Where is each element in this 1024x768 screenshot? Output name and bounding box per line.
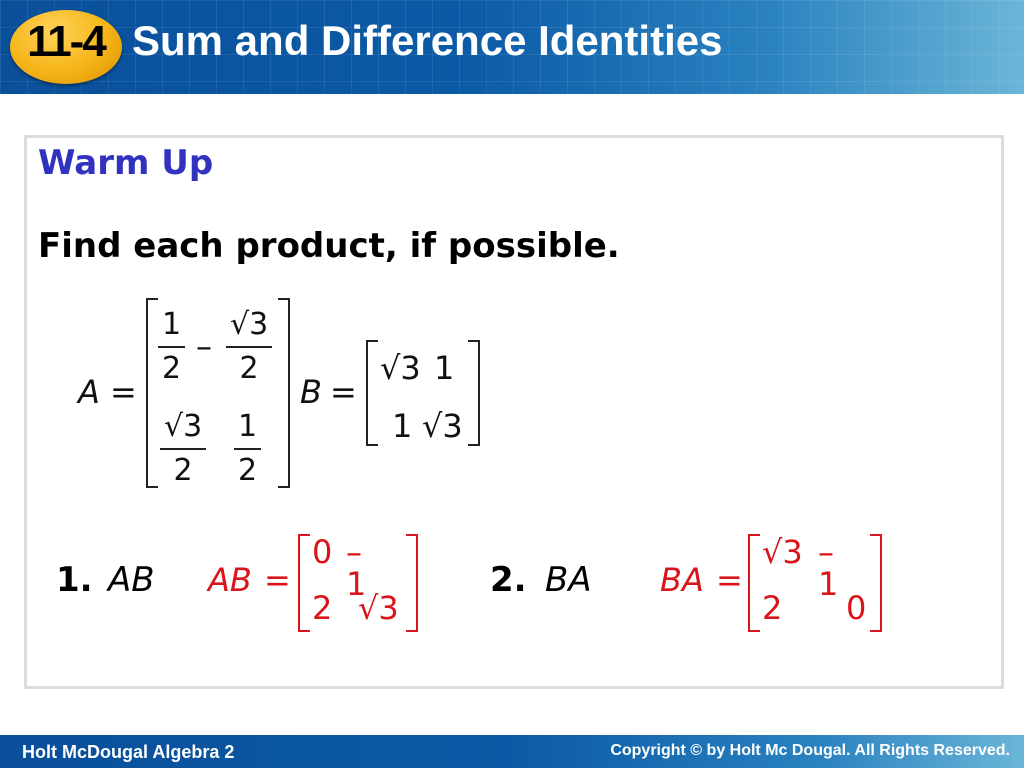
answer-1-equals: = — [264, 561, 291, 599]
answer-2-equals: = — [716, 561, 743, 599]
problem-1-expression: AB — [108, 560, 155, 600]
matrix-a-equals: = — [110, 373, 137, 411]
problem-2-number: 2. — [490, 560, 527, 600]
answer-2-right-bracket — [870, 534, 882, 632]
answer-1-cell-2-1: 2 — [312, 589, 333, 627]
answer-1-cell-2-2: √3 — [358, 589, 399, 627]
matrix-a-cell-1-1: 1 2 — [158, 310, 186, 384]
matrix-b-cell-2-1: 1 — [392, 407, 413, 445]
problem-2-expression: BA — [545, 560, 592, 600]
answer-2-cell-1-1: √3 — [762, 533, 803, 571]
problem-1-number: 1. — [56, 560, 93, 600]
answer-1-left-bracket — [298, 534, 310, 632]
matrix-b-left-bracket — [366, 340, 378, 446]
answer-1-label: AB — [208, 561, 252, 599]
answer-2-cell-2-2: 0 — [846, 589, 867, 627]
matrix-b-cell-2-2: √3 — [422, 407, 463, 445]
matrix-a-minus-sign: – — [196, 327, 212, 365]
matrix-a-label: A — [78, 373, 100, 411]
footer-book-title: Holt McDougal Algebra 2 — [22, 742, 235, 762]
matrix-a-cell-2-1: √3 2 — [160, 412, 207, 486]
instruction-text: Find each product, if possible. — [38, 226, 620, 266]
matrix-a-left-bracket — [146, 298, 158, 488]
answer-2-cell-2-1: 2 — [762, 589, 783, 627]
matrix-a-cell-1-2: √3 2 — [226, 310, 273, 384]
answer-2-left-bracket — [748, 534, 760, 632]
matrix-a-cell-2-2: 1 2 — [234, 412, 262, 486]
lesson-title: Sum and Difference Identities — [132, 17, 723, 64]
answer-1-right-bracket — [406, 534, 418, 632]
answer-2-label: BA — [660, 561, 704, 599]
footer-copyright: Copyright © by Holt Mc Dougal. All Right… — [610, 742, 1010, 759]
matrix-b-label: B — [300, 373, 322, 411]
matrix-b-cell-1-1: √3 — [380, 349, 421, 387]
lesson-number: 11-4 — [27, 17, 107, 66]
matrix-b-right-bracket — [468, 340, 480, 446]
matrix-b-cell-1-2: 1 — [434, 349, 455, 387]
warm-up-heading: Warm Up — [38, 143, 214, 183]
answer-2-cell-1-2: –1 — [818, 533, 839, 603]
answer-1-cell-1-1: 0 — [312, 533, 333, 571]
matrix-b-equals: = — [330, 373, 357, 411]
matrix-a-right-bracket — [278, 298, 290, 488]
